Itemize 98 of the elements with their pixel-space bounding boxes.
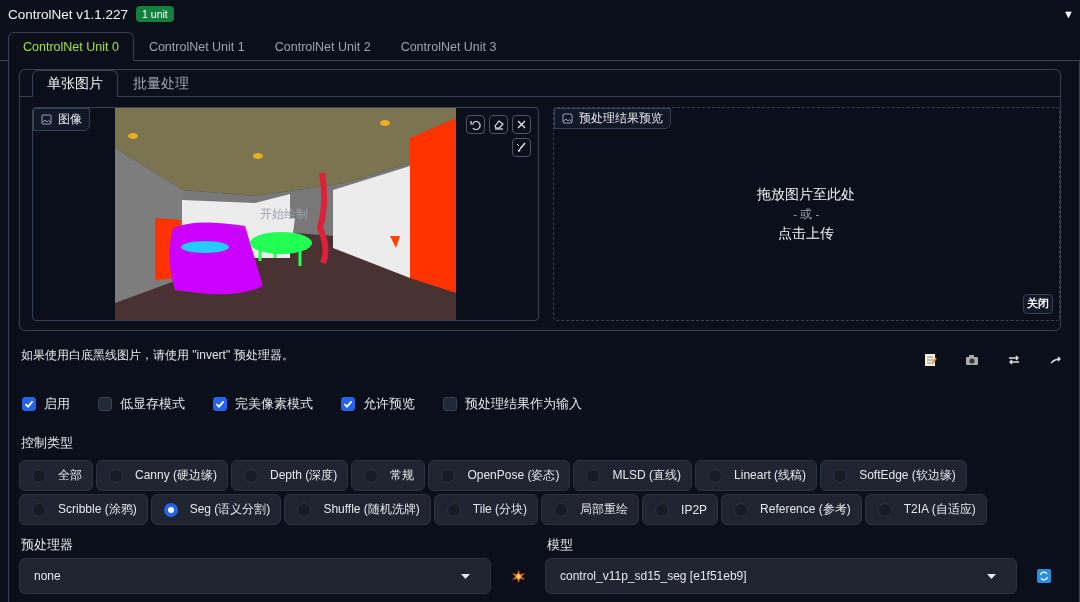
preprocessor-dropdown[interactable]: none: [19, 558, 491, 594]
checkbox-label: 启用: [44, 395, 70, 413]
radio-option[interactable]: Lineart (线稿): [695, 460, 818, 491]
radio-label: MLSD (直线): [612, 467, 682, 484]
checkbox-label: 预处理结果作为输入: [465, 395, 582, 413]
radio-label: Shuffle (随机洗牌): [323, 501, 420, 518]
explosion-icon[interactable]: [511, 570, 525, 583]
clear-button[interactable]: [488, 115, 508, 134]
field-label: 模型: [547, 537, 574, 554]
radio-label: 局部重绘: [580, 501, 629, 518]
radio-button[interactable]: [586, 468, 601, 483]
radio-option[interactable]: T2IA (自适应): [864, 494, 987, 525]
radio-button[interactable]: [297, 502, 312, 517]
or-text: - 或 -: [793, 206, 820, 222]
radio-button[interactable]: [833, 468, 848, 483]
checkbox[interactable]: [98, 397, 112, 411]
radio-option[interactable]: OpenPose (姿态): [428, 460, 571, 491]
radio-option[interactable]: Seg (语义分割): [150, 494, 282, 525]
image-icon: [41, 114, 52, 125]
model-dropdown[interactable]: control_v11p_sd15_seg [e1f51eb9]: [545, 558, 1017, 594]
radio-label: 全部: [58, 467, 82, 484]
swap-icon[interactable]: [1007, 353, 1021, 367]
image-icon: [561, 113, 573, 124]
radio-label: Tile (分块): [472, 501, 528, 518]
check-icon: [343, 399, 353, 409]
section-label: 控制类型: [21, 435, 74, 452]
app-title: ControlNet v1.1.227: [8, 6, 129, 22]
undo-button[interactable]: [465, 115, 485, 134]
field-label: 预处理器: [21, 537, 74, 554]
radio-option[interactable]: Scribble (涂鸦): [19, 494, 148, 525]
radio-button[interactable]: [441, 468, 456, 483]
radio-button[interactable]: [163, 502, 178, 517]
close-button[interactable]: 关闭: [1023, 294, 1053, 314]
panel-label: 预处理结果预览: [578, 111, 663, 126]
radio-label: SoftEdge (软边缘): [859, 467, 956, 484]
refresh-icon[interactable]: [1037, 569, 1051, 583]
undo-icon: [468, 118, 482, 131]
brush-icon: [514, 141, 528, 154]
radio-button[interactable]: [32, 502, 46, 517]
hint-text: 如果使用白底黑线图片，请使用 "invert" 预处理器。: [21, 347, 294, 364]
caret-icon: [987, 573, 996, 579]
checkbox-label: 完美像素模式: [235, 395, 313, 413]
unit-count-badge: 1 unit: [136, 6, 174, 22]
brush-button[interactable]: [511, 138, 531, 157]
radio-button[interactable]: [708, 468, 723, 483]
panel-label: 图像: [58, 111, 82, 128]
radio-label: Scribble (涂鸦): [58, 501, 137, 518]
checkbox-label: 低显存模式: [120, 395, 185, 413]
checkbox-label: 允许预览: [363, 395, 415, 413]
radio-option[interactable]: Shuffle (随机洗牌): [284, 494, 431, 525]
radio-option[interactable]: Canny (硬边缘): [96, 460, 228, 491]
radio-button[interactable]: [364, 468, 379, 483]
radio-option[interactable]: 常规: [351, 460, 426, 491]
upload-drop-zone[interactable]: 预处理结果预览 拖放图片至此处 - 或 - 点击上传 关闭: [552, 107, 1060, 321]
radio-label: T2IA (自适应): [903, 501, 976, 518]
radio-button[interactable]: [655, 502, 670, 517]
radio-label: Canny (硬边缘): [135, 467, 217, 484]
radio-label: Reference (参考): [760, 501, 851, 518]
remove-image-button[interactable]: [511, 115, 531, 134]
radio-label: Seg (语义分割): [189, 501, 271, 518]
checkbox[interactable]: [341, 397, 355, 411]
drop-text: 拖放图片至此处: [757, 185, 856, 204]
camera-icon[interactable]: [965, 353, 979, 367]
radio-button[interactable]: [877, 502, 892, 517]
radio-button[interactable]: [446, 502, 461, 517]
check-icon: [215, 399, 225, 409]
collapse-toggle[interactable]: ▼: [1063, 8, 1074, 20]
unit-tab[interactable]: ControlNet Unit 0: [8, 32, 134, 61]
checkbox[interactable]: [443, 397, 457, 411]
radio-label: IP2P: [681, 502, 708, 517]
check-icon: [24, 399, 34, 409]
radio-option[interactable]: 全部: [19, 460, 93, 491]
radio-button[interactable]: [244, 468, 258, 483]
radio-button[interactable]: [32, 468, 46, 483]
image-mode-tab[interactable]: 单张图片: [32, 70, 118, 97]
upload-text: 点击上传: [778, 224, 835, 243]
radio-label: OpenPose (姿态): [467, 467, 560, 484]
radio-label: Depth (深度): [270, 467, 338, 484]
radio-button[interactable]: [109, 468, 123, 483]
radio-button[interactable]: [734, 502, 749, 517]
radio-option[interactable]: SoftEdge (软边缘): [820, 460, 967, 491]
checkbox[interactable]: [213, 397, 227, 411]
radio-label: Lineart (线稿): [734, 467, 807, 484]
radio-option[interactable]: IP2P: [642, 494, 719, 525]
checkbox[interactable]: [22, 397, 36, 411]
radio-option[interactable]: Depth (深度): [231, 460, 349, 491]
radio-option[interactable]: Tile (分块): [433, 494, 539, 525]
radio-option[interactable]: MLSD (直线): [573, 460, 693, 491]
caret-icon: [461, 573, 470, 579]
radio-option[interactable]: Reference (参考): [721, 494, 862, 525]
notepad-icon[interactable]: [923, 353, 937, 367]
unit-tab[interactable]: ControlNet Unit 2: [259, 32, 386, 61]
image-mode-tab[interactable]: 批量处理: [118, 70, 204, 97]
radio-label: 常规: [390, 467, 415, 484]
radio-button[interactable]: [554, 502, 569, 517]
radio-option[interactable]: 局部重绘: [541, 494, 640, 525]
unit-tab[interactable]: ControlNet Unit 3: [385, 32, 512, 61]
unit-tab[interactable]: ControlNet Unit 1: [133, 32, 260, 61]
